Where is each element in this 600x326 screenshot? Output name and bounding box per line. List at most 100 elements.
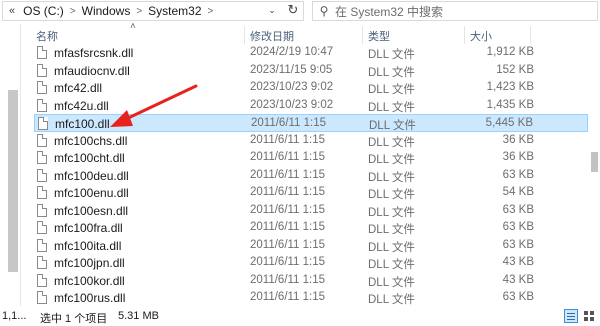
file-name[interactable]: mfasfsrcsnk.dll — [54, 46, 133, 60]
column-divider[interactable] — [244, 26, 245, 44]
column-divider[interactable] — [530, 26, 531, 44]
file-row[interactable]: mfc100deu.dll 2011/6/11 1:15 DLL 文件 63 KB — [34, 167, 588, 185]
file-name[interactable]: mfc42.dll — [54, 81, 102, 95]
breadcrumb-os-c[interactable]: OS (C:) — [19, 4, 68, 18]
file-name[interactable]: mfc100rus.dll — [54, 291, 125, 305]
address-overflow-chevron[interactable]: « — [3, 5, 19, 17]
file-type: DLL 文件 — [368, 101, 415, 114]
column-size[interactable]: 大小 — [470, 28, 492, 44]
file-name[interactable]: mfc100deu.dll — [54, 169, 129, 183]
column-divider[interactable] — [362, 26, 363, 44]
file-size: 36 KB — [502, 133, 534, 146]
file-size: 1,435 KB — [486, 98, 534, 111]
file-modified-date: 2011/6/11 1:15 — [250, 291, 326, 303]
dll-file-icon — [37, 133, 47, 147]
file-modified-date: 2011/6/11 1:15 — [250, 186, 326, 198]
file-type: DLL 文件 — [368, 241, 415, 254]
file-modified-date: 2011/6/11 1:15 — [250, 273, 326, 286]
breadcrumb-separator-icon[interactable]: > — [206, 6, 216, 17]
column-header: 名称 ˄ 修改日期 类型 大小 — [22, 21, 588, 44]
dll-file-icon — [37, 273, 47, 287]
file-type: DLL 文件 — [368, 294, 415, 306]
file-row[interactable]: mfc100ita.dll 2011/6/11 1:15 DLL 文件 63 KB — [34, 237, 588, 255]
address-bar[interactable]: « OS (C:) > Windows > System32 > — [2, 1, 304, 21]
file-modified-date: 2023/10/23 9:02 — [250, 81, 334, 93]
details-view-icon[interactable] — [564, 309, 578, 323]
file-row[interactable]: mfc100jpn.dll 2011/6/11 1:15 DLL 文件 43 KB — [34, 254, 588, 272]
file-name[interactable]: mfc100enu.dll — [54, 186, 129, 200]
selection-text: 选中 1 个项目 — [40, 313, 108, 325]
file-name[interactable]: mfc100esn.dll — [54, 204, 128, 218]
file-row[interactable]: mfc100fra.dll 2011/6/11 1:15 DLL 文件 63 KB — [34, 219, 588, 237]
file-type: DLL 文件 — [368, 224, 415, 236]
file-name[interactable]: mfc100cht.dll — [54, 151, 125, 165]
dll-file-icon — [37, 151, 47, 164]
file-name[interactable]: mfc100chs.dll — [54, 134, 127, 148]
file-name[interactable]: mfc100fra.dll — [54, 221, 123, 235]
file-row[interactable]: mfc100rus.dll 2011/6/11 1:15 DLL 文件 63 KB — [34, 289, 588, 307]
dll-file-icon — [37, 238, 47, 252]
file-size: 43 KB — [502, 273, 534, 286]
file-modified-date: 2011/6/11 1:15 — [250, 238, 326, 251]
selection-size: 5.31 MB — [118, 310, 159, 322]
column-divider[interactable] — [464, 26, 465, 44]
file-row[interactable]: mfc42.dll 2023/10/23 9:02 DLL 文件 1,423 KB — [34, 79, 588, 97]
file-name[interactable]: mfc100ita.dll — [54, 239, 121, 253]
file-type: DLL 文件 — [368, 206, 415, 219]
file-list-scrollbar[interactable] — [588, 24, 600, 306]
file-type: DLL 文件 — [368, 276, 415, 289]
file-row[interactable]: mfc100kor.dll 2011/6/11 1:15 DLL 文件 43 KB — [34, 272, 588, 290]
refresh-icon[interactable]: ↻ — [284, 1, 302, 19]
file-name[interactable]: mfc100jpn.dll — [54, 256, 125, 270]
breadcrumb-separator-icon[interactable]: > — [68, 6, 78, 17]
file-row[interactable]: mfc42u.dll 2023/10/23 9:02 DLL 文件 1,435 KB — [34, 97, 588, 115]
file-row[interactable]: mfaudiocnv.dll 2023/11/15 9:05 DLL 文件 152 K… — [34, 62, 588, 80]
sort-caret-icon: ˄ — [130, 21, 136, 32]
file-name[interactable]: mfc42u.dll — [54, 99, 109, 113]
scrollbar-thumb[interactable] — [591, 152, 598, 172]
file-size: 63 KB — [502, 221, 534, 233]
column-name[interactable]: 名称 — [36, 28, 58, 44]
file-size: 63 KB — [502, 168, 534, 181]
file-size: 1,423 KB — [486, 81, 534, 93]
file-modified-date: 2011/6/11 1:15 — [250, 256, 326, 268]
breadcrumb-separator-icon[interactable]: > — [134, 6, 144, 17]
file-modified-date: 2011/6/11 1:15 — [250, 221, 326, 233]
column-type[interactable]: 类型 — [368, 28, 390, 44]
file-name[interactable]: mfc100kor.dll — [54, 274, 125, 288]
file-row[interactable]: mfc100esn.dll 2011/6/11 1:15 DLL 文件 63 KB — [34, 202, 588, 220]
search-box[interactable]: ⚲ 在 System32 中搜索 — [312, 1, 598, 21]
file-size: 63 KB — [502, 203, 534, 216]
file-modified-date: 2011/6/11 1:15 — [250, 151, 326, 163]
large-icons-view-icon[interactable] — [582, 309, 596, 323]
file-size: 43 KB — [502, 256, 534, 268]
file-row[interactable]: mfc100chs.dll 2011/6/11 1:15 DLL 文件 36 KB — [34, 132, 588, 150]
file-name[interactable]: mfaudiocnv.dll — [54, 64, 130, 78]
file-row[interactable]: mfasfsrcsnk.dll 2024/2/19 10:47 DLL 文件 1,91… — [34, 44, 588, 62]
file-size: 54 KB — [502, 186, 534, 198]
file-type: DLL 文件 — [368, 136, 415, 149]
navigation-pane[interactable] — [0, 24, 21, 306]
toolbar: « OS (C:) > Windows > System32 > ⌄ ↻ ⚲ 在… — [0, 0, 600, 24]
search-placeholder: 在 System32 中搜索 — [335, 4, 444, 19]
file-name[interactable]: mfc100.dll — [55, 117, 110, 131]
breadcrumb-system32[interactable]: System32 — [144, 4, 205, 18]
file-row[interactable]: mfc100cht.dll 2011/6/11 1:15 DLL 文件 36 KB — [34, 149, 588, 167]
breadcrumb-windows[interactable]: Windows — [78, 4, 135, 18]
file-modified-date: 2011/6/11 1:15 — [250, 133, 326, 146]
status-bar: 1,1... 选中 1 个项目 5.31 MB — [0, 306, 600, 325]
dll-file-icon — [37, 256, 47, 269]
file-type: DLL 文件 — [368, 171, 415, 184]
dll-file-icon — [38, 117, 48, 130]
file-type: DLL 文件 — [368, 259, 415, 271]
file-list[interactable]: mfasfsrcsnk.dll 2024/2/19 10:47 DLL 文件 1,91… — [22, 44, 588, 306]
file-size: 63 KB — [502, 291, 534, 303]
file-row[interactable]: mfc100enu.dll 2011/6/11 1:15 DLL 文件 54 KB — [34, 184, 588, 202]
dll-file-icon — [37, 186, 47, 199]
file-size: 63 KB — [502, 238, 534, 251]
file-row[interactable]: mfc100.dll 2011/6/11 1:15 DLL 文件 5,445 KB — [34, 114, 588, 132]
address-dropdown-chevron-icon[interactable]: ⌄ — [262, 1, 282, 19]
file-modified-date: 2011/6/11 1:15 — [250, 203, 326, 216]
navigation-pane-scrollbar[interactable] — [8, 90, 18, 272]
column-date[interactable]: 修改日期 — [250, 28, 294, 44]
